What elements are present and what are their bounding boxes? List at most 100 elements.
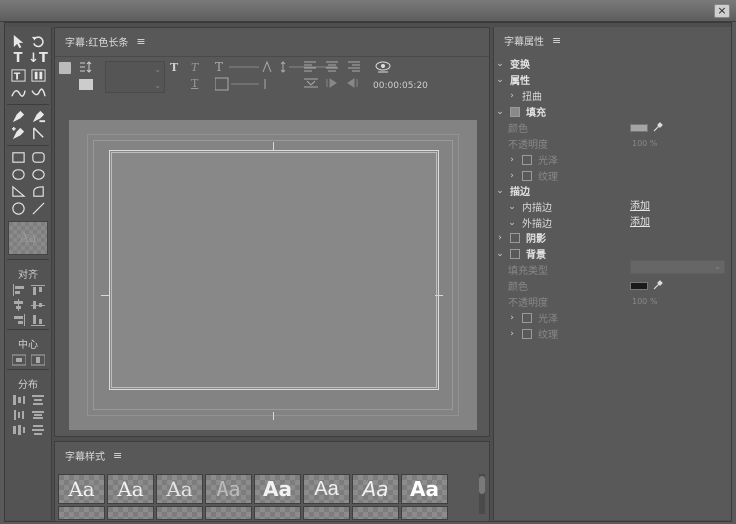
bg-texture-section[interactable]: › 纹理 — [506, 326, 558, 341]
texture-checkbox[interactable] — [522, 170, 532, 181]
fill-section[interactable]: ⌄ 填充 — [494, 104, 546, 119]
new-title-icon[interactable] — [59, 62, 71, 74]
align-bottom-icon[interactable] — [30, 313, 45, 326]
bg-color-swatch[interactable] — [630, 282, 648, 290]
style-swatch[interactable]: Aa — [352, 474, 399, 504]
outer-stroke-section[interactable]: ⌄ 外描边 — [506, 215, 552, 231]
vertical-area-type-tool-icon[interactable] — [30, 68, 47, 84]
align-horizontal-center-icon[interactable] — [11, 298, 26, 311]
styles-panel-menu-icon[interactable]: ≡ — [113, 449, 122, 462]
align-right-icon[interactable] — [11, 313, 26, 326]
tab-stops-icon[interactable] — [303, 77, 319, 89]
underline-icon[interactable]: T — [191, 77, 198, 90]
arc-tool-icon[interactable] — [30, 184, 47, 200]
title-panel-menu-icon[interactable]: ≡ — [136, 35, 145, 48]
distribute-top-icon[interactable] — [30, 393, 45, 406]
styles-scrollbar[interactable] — [479, 474, 485, 514]
style-swatch[interactable]: Aa — [107, 474, 154, 504]
font-size-icon[interactable]: T — [215, 60, 275, 74]
add-outer-stroke-link[interactable]: 添加 — [630, 213, 650, 228]
shadow-section[interactable]: › 阴影 — [494, 230, 546, 245]
ellipse-tool-icon[interactable] — [10, 201, 27, 217]
style-swatch[interactable] — [107, 506, 154, 520]
texture-section[interactable]: › 纹理 — [506, 168, 558, 183]
style-swatch[interactable]: Aa — [205, 474, 252, 504]
style-swatch[interactable]: Aa — [303, 474, 350, 504]
strokes-section[interactable]: ⌄ 描边 — [494, 183, 530, 199]
shadow-checkbox[interactable] — [510, 232, 520, 243]
properties-section[interactable]: ⌄ 属性 — [494, 72, 530, 88]
convert-anchor-tool-icon[interactable] — [30, 126, 47, 142]
line-tool-icon[interactable] — [30, 201, 47, 217]
align-left-icon[interactable] — [11, 283, 26, 296]
show-background-video-icon[interactable] — [375, 60, 391, 74]
background-section[interactable]: ⌄ 背景 — [494, 246, 546, 261]
fill-type-select[interactable]: ⌄ — [630, 260, 725, 274]
area-type-tool-icon[interactable]: T — [10, 68, 27, 84]
close-button[interactable]: × — [714, 4, 730, 18]
rounded-rectangle-tool-icon[interactable] — [30, 150, 47, 166]
style-swatch[interactable] — [352, 506, 399, 520]
center-horizontal-icon[interactable] — [11, 353, 26, 366]
style-swatch[interactable]: Aa — [401, 474, 448, 504]
text-align-right-icon[interactable] — [347, 60, 361, 72]
style-swatch[interactable] — [156, 506, 203, 520]
bold-icon[interactable]: T — [170, 61, 178, 74]
style-swatch[interactable] — [303, 506, 350, 520]
add-inner-stroke-link[interactable]: 添加 — [630, 197, 650, 212]
path-type-tool-icon[interactable] — [10, 85, 27, 101]
fill-color-swatch[interactable] — [630, 124, 648, 132]
timecode[interactable]: 00:00:05:20 — [373, 81, 428, 91]
eyedropper-icon[interactable] — [652, 279, 664, 291]
align-vertical-center-icon[interactable] — [30, 298, 45, 311]
text-align-center-icon[interactable] — [325, 60, 339, 72]
align-top-icon[interactable] — [30, 283, 45, 296]
bg-sheen-section[interactable]: › 光泽 — [506, 310, 558, 325]
style-swatch[interactable]: Aa — [156, 474, 203, 504]
show-video-icon[interactable] — [79, 79, 93, 90]
distort-section[interactable]: › 扭曲 — [506, 88, 542, 104]
play-forward-icon[interactable] — [325, 77, 339, 89]
fill-opacity-value[interactable]: 100 % — [632, 136, 657, 151]
fill-checkbox[interactable] — [510, 106, 520, 117]
bg-opacity-value[interactable]: 100 % — [632, 294, 657, 309]
scrollbar-thumb[interactable] — [479, 476, 485, 494]
delete-anchor-tool-icon[interactable] — [30, 109, 47, 125]
pen-tool-icon[interactable] — [10, 109, 27, 125]
style-swatch[interactable] — [401, 506, 448, 520]
distribute-middle-icon[interactable] — [30, 408, 45, 421]
font-family-select[interactable]: ⌄ ⌄ — [105, 61, 165, 93]
text-align-left-icon[interactable] — [303, 60, 317, 72]
rotate-tool-icon[interactable] — [30, 34, 47, 50]
italic-icon[interactable]: T — [191, 61, 198, 74]
vertical-type-tool-icon[interactable]: ↓T — [28, 51, 48, 67]
add-anchor-tool-icon[interactable] — [10, 126, 27, 142]
bg-texture-checkbox[interactable] — [522, 328, 532, 339]
sheen-checkbox[interactable] — [522, 154, 532, 165]
distribute-left-icon[interactable] — [11, 393, 26, 406]
play-backward-icon[interactable] — [345, 77, 359, 89]
center-vertical-icon[interactable] — [30, 353, 45, 366]
bg-sheen-checkbox[interactable] — [522, 312, 532, 323]
eyedropper-icon[interactable] — [652, 121, 664, 133]
transform-section[interactable]: ⌄ 变换 — [494, 56, 530, 72]
selection-tool-icon[interactable] — [10, 34, 27, 50]
type-tool-icon[interactable]: T — [10, 51, 27, 67]
inner-stroke-section[interactable]: ⌄ 内描边 — [506, 199, 552, 215]
clipped-corner-rectangle-tool-icon[interactable] — [10, 167, 27, 183]
rectangle-tool-icon[interactable] — [10, 150, 27, 166]
properties-panel-menu-icon[interactable]: ≡ — [552, 34, 561, 47]
style-swatch[interactable] — [205, 506, 252, 520]
style-swatch[interactable] — [58, 506, 105, 520]
title-canvas[interactable] — [69, 120, 477, 430]
background-checkbox[interactable] — [510, 248, 520, 259]
kerning-icon[interactable] — [215, 77, 275, 91]
rounded-corner-rectangle-tool-icon[interactable] — [30, 167, 47, 183]
style-swatch[interactable]: Aa — [254, 474, 301, 504]
style-swatch[interactable]: Aa — [58, 474, 105, 504]
vertical-path-type-tool-icon[interactable] — [30, 85, 47, 101]
distribute-right-icon[interactable] — [11, 423, 26, 436]
distribute-center-icon[interactable] — [11, 408, 26, 421]
roll-crawl-options-icon[interactable] — [79, 61, 93, 73]
style-swatch[interactable] — [254, 506, 301, 520]
